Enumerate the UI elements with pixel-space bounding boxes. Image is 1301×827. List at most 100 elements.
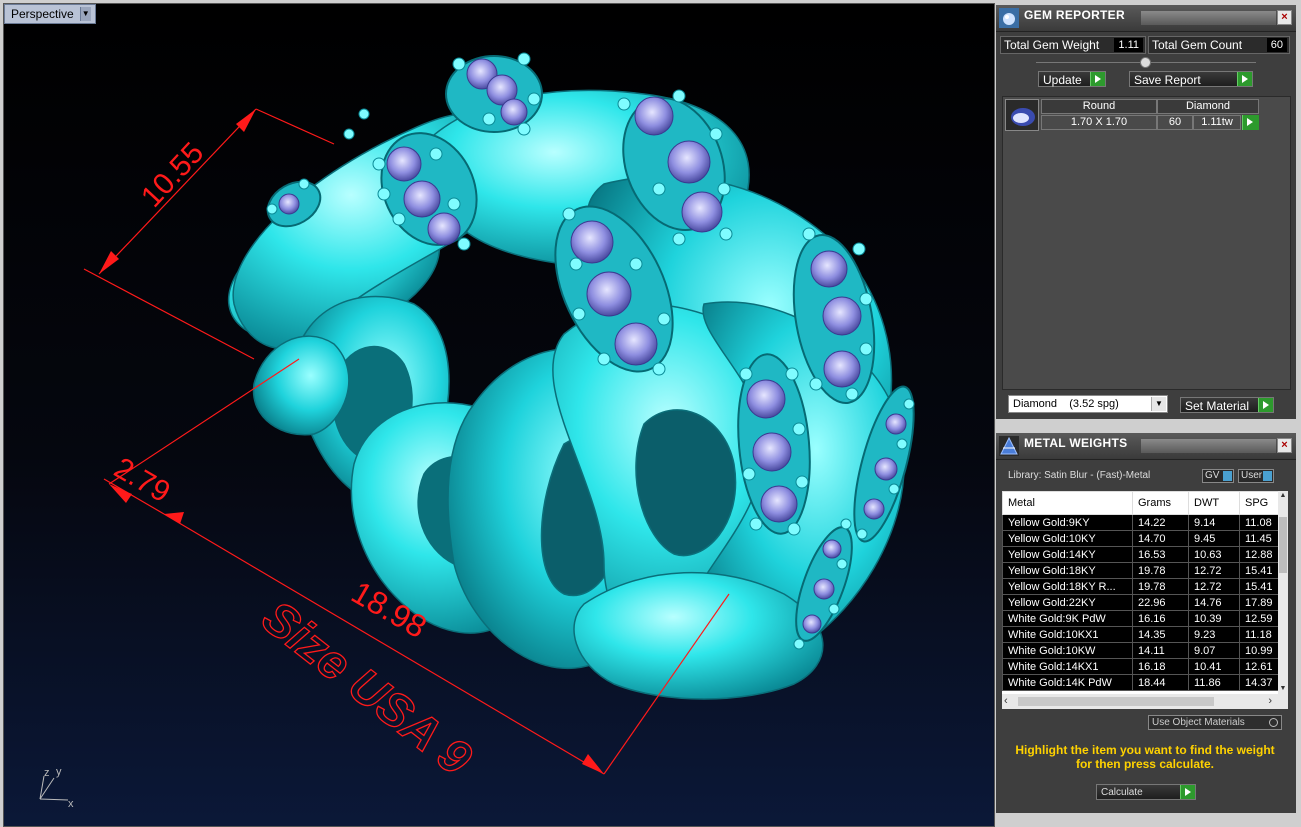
metal-cell: Yellow Gold:9KY: [1002, 514, 1133, 531]
metal-weights-table[interactable]: Metal Grams DWT SPG Yellow Gold:9KY 14.22…: [1002, 491, 1279, 691]
dimension-10-55: 10.55: [135, 136, 210, 213]
play-icon: [1090, 72, 1105, 86]
ring-model-render[interactable]: 10.55 2.79 18.98 Size USA 9 z y x: [4, 4, 994, 826]
dwt-cell: 10.41: [1188, 658, 1240, 675]
metal-cell: White Gold:10KW: [1002, 642, 1133, 659]
table-row[interactable]: Yellow Gold:18KY R... 19.78 12.72 15.41: [1002, 578, 1279, 595]
spg-cell: 12.88: [1239, 546, 1279, 563]
header-metal[interactable]: Metal: [1002, 491, 1133, 515]
grams-cell: 14.35: [1132, 626, 1189, 643]
chevron-down-icon[interactable]: ▼: [1151, 397, 1166, 411]
spg-cell: 12.59: [1239, 610, 1279, 627]
grams-cell: 14.70: [1132, 530, 1189, 547]
metal-weights-title: METAL WEIGHTS: [1024, 436, 1128, 450]
metal-weights-titlebar[interactable]: METAL WEIGHTS ×: [996, 433, 1296, 460]
play-icon: [1242, 115, 1259, 130]
update-button[interactable]: Update: [1038, 71, 1106, 87]
perspective-viewport[interactable]: 10.55 2.79 18.98 Size USA 9 z y x Perspe…: [3, 3, 995, 827]
dwt-cell: 9.14: [1188, 514, 1240, 531]
horizontal-scroll-thumb[interactable]: [1018, 697, 1214, 706]
table-row[interactable]: Yellow Gold:14KY 16.53 10.63 12.88: [1002, 546, 1279, 563]
spg-cell: 17.89: [1239, 594, 1279, 611]
save-report-button[interactable]: Save Report: [1129, 71, 1253, 87]
gem-weight: 1.11tw: [1193, 115, 1241, 130]
header-dwt[interactable]: DWT: [1188, 491, 1240, 515]
table-row[interactable]: White Gold:9K PdW 16.16 10.39 12.59: [1002, 610, 1279, 627]
axis-triad: [39, 775, 69, 801]
gem-reporter-titlebar[interactable]: GEM REPORTER ×: [996, 5, 1296, 32]
grams-cell: 16.53: [1132, 546, 1189, 563]
spg-cell: 11.18: [1239, 626, 1279, 643]
table-row[interactable]: White Gold:10KX1 14.35 9.23 11.18: [1002, 626, 1279, 643]
totals-row: Total Gem Weight 1.11 Total Gem Count 60: [1000, 36, 1292, 54]
gem-list-area[interactable]: Round Diamond 1.70 X 1.70 60 1.11tw: [1002, 96, 1291, 390]
table-row[interactable]: White Gold:10KW 14.11 9.07 10.99: [1002, 642, 1279, 659]
gem-row-expand-button[interactable]: [1242, 115, 1259, 130]
axis-z-label: z: [44, 767, 50, 779]
grams-cell: 18.44: [1132, 674, 1189, 691]
table-row[interactable]: Yellow Gold:10KY 14.70 9.45 11.45: [1002, 530, 1279, 547]
axis-x-label: x: [68, 798, 74, 810]
set-material-button[interactable]: Set Material: [1180, 397, 1274, 413]
table-row[interactable]: Yellow Gold:22KY 22.96 14.76 17.89: [1002, 594, 1279, 611]
scroll-right-icon[interactable]: ›: [1268, 695, 1272, 707]
horizontal-scrollbar[interactable]: ‹ ›: [1002, 694, 1288, 709]
play-icon: [1237, 72, 1252, 86]
close-icon[interactable]: ×: [1277, 438, 1292, 453]
spg-cell: 11.45: [1239, 530, 1279, 547]
table-row[interactable]: White Gold:14KX1 16.18 10.41 12.61: [1002, 658, 1279, 675]
metal-cell: Yellow Gold:14KY: [1002, 546, 1133, 563]
scroll-up-icon[interactable]: ▲: [1278, 491, 1288, 501]
dwt-cell: 9.45: [1188, 530, 1240, 547]
viewport-menu-chevron-icon[interactable]: ▼: [79, 7, 91, 21]
gv-toggle[interactable]: GV: [1202, 469, 1234, 483]
total-gem-weight-value: 1.11: [1114, 38, 1143, 52]
viewport-name: Perspective: [11, 7, 74, 21]
user-toggle[interactable]: User: [1238, 469, 1274, 483]
axis-y-label: y: [56, 766, 62, 778]
gem-count: 60: [1157, 115, 1193, 130]
spg-cell: 10.99: [1239, 642, 1279, 659]
table-row[interactable]: Yellow Gold:18KY 19.78 12.72 15.41: [1002, 562, 1279, 579]
grams-cell: 16.16: [1132, 610, 1189, 627]
header-grams[interactable]: Grams: [1132, 491, 1189, 515]
viewport-title-tab[interactable]: Perspective ▼: [4, 4, 96, 24]
scroll-left-icon[interactable]: ‹: [1004, 695, 1008, 707]
table-row[interactable]: Yellow Gold:9KY 14.22 9.14 11.08: [1002, 514, 1279, 531]
dwt-cell: 12.72: [1188, 578, 1240, 595]
spg-cell: 11.08: [1239, 514, 1279, 531]
total-gem-count-label: Total Gem Count: [1152, 38, 1243, 52]
metal-cell: Yellow Gold:18KY: [1002, 562, 1133, 579]
table-row[interactable]: White Gold:14K PdW 18.44 11.86 14.37: [1002, 674, 1279, 691]
calculate-button[interactable]: Calculate: [1096, 784, 1196, 800]
play-icon: [1180, 785, 1195, 799]
close-icon[interactable]: ×: [1277, 10, 1292, 25]
header-spg[interactable]: SPG: [1239, 491, 1279, 515]
metal-weights-icon: [999, 436, 1019, 456]
gem-row[interactable]: Round Diamond 1.70 X 1.70 60 1.11tw: [1005, 99, 1273, 131]
dwt-cell: 9.23: [1188, 626, 1240, 643]
use-object-materials-toggle[interactable]: Use Object Materials: [1148, 715, 1282, 730]
library-label: Library: Satin Blur - (Fast)-Metal: [1008, 470, 1151, 481]
table-header-row: Metal Grams DWT SPG: [1002, 491, 1279, 515]
scroll-down-icon[interactable]: ▼: [1278, 684, 1288, 694]
play-icon: [1258, 398, 1273, 412]
metal-cell: White Gold:10KX1: [1002, 626, 1133, 643]
gem-reporter-title: GEM REPORTER: [1024, 8, 1125, 22]
metal-cell: White Gold:14KX1: [1002, 658, 1133, 675]
metal-table-container[interactable]: Metal Grams DWT SPG Yellow Gold:9KY 14.22…: [1002, 491, 1288, 709]
grams-cell: 16.18: [1132, 658, 1189, 675]
hint-text: Highlight the item you want to find the …: [1015, 743, 1275, 771]
spg-cell: 15.41: [1239, 562, 1279, 579]
grams-cell: 19.78: [1132, 578, 1189, 595]
metal-cell: Yellow Gold:10KY: [1002, 530, 1133, 547]
gem-shape: Round: [1041, 99, 1157, 114]
vertical-scroll-thumb[interactable]: [1279, 517, 1287, 573]
grams-cell: 14.22: [1132, 514, 1189, 531]
material-select[interactable]: Diamond (3.52 spg) ▼: [1008, 395, 1168, 413]
vertical-scrollbar[interactable]: ▲ ▼: [1278, 491, 1288, 694]
metal-cell: White Gold:9K PdW: [1002, 610, 1133, 627]
splitter-knob-icon[interactable]: [1140, 57, 1151, 68]
grams-cell: 14.11: [1132, 642, 1189, 659]
grams-cell: 19.78: [1132, 562, 1189, 579]
